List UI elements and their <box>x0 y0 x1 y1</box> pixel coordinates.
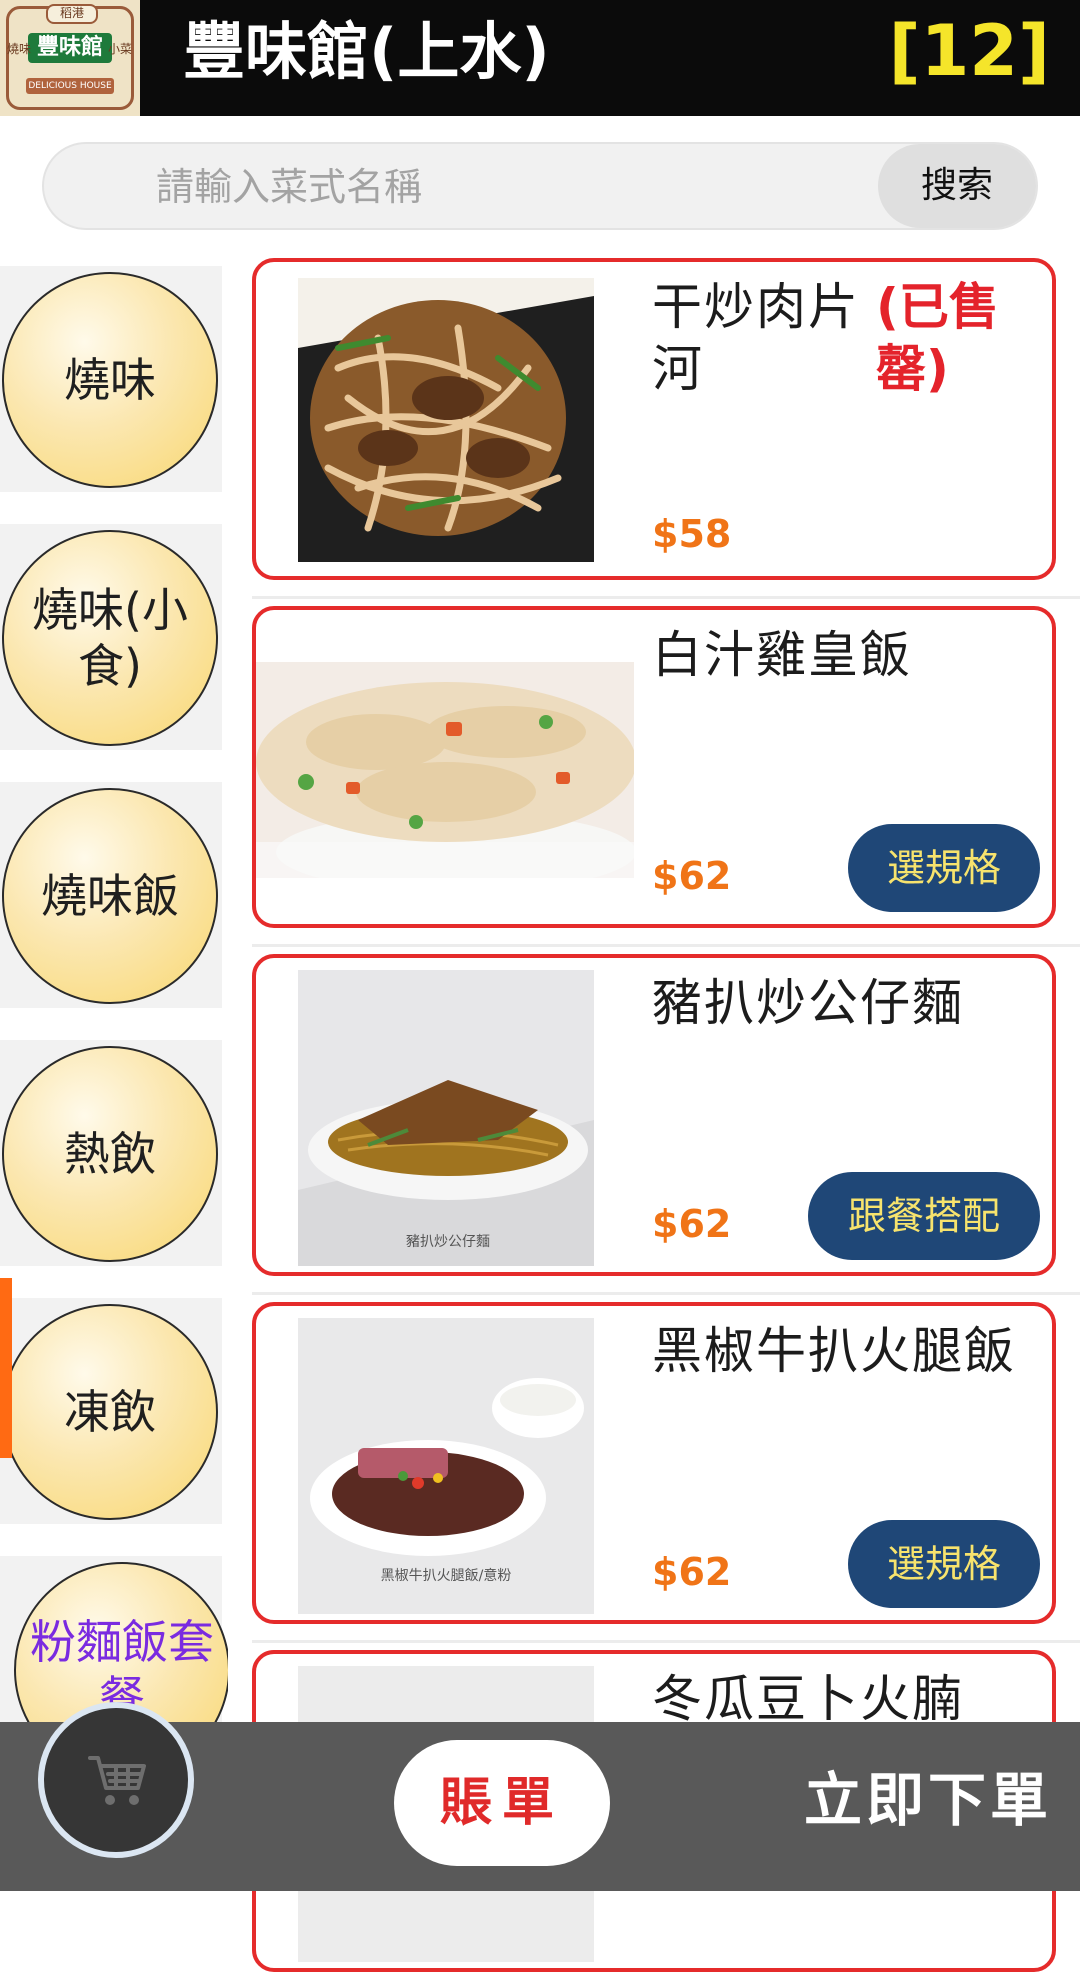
select-spec-button[interactable]: 選規格 <box>848 1520 1040 1608</box>
photo-caption: 黑椒牛扒火腿飯/意粉 <box>381 1567 512 1584</box>
photo-caption: 豬扒炒公仔麵 <box>406 1234 490 1250</box>
app-header: 稻港 豐味館 燒味 小菜 DELICIOUS HOUSE 豐味館(上水) [12… <box>0 0 1080 116</box>
category-bubble: 粉麵飯套餐 <box>14 1562 228 1722</box>
cart-button[interactable] <box>38 1702 194 1858</box>
logo-left-text: 燒味 <box>7 42 32 56</box>
category-item[interactable]: 燒味(小食) <box>0 524 222 750</box>
set-meal-pairing-button[interactable]: 跟餐搭配 <box>808 1172 1040 1260</box>
logo-right-text: 小菜 <box>107 42 132 56</box>
category-label: 凍飲 <box>64 1385 156 1439</box>
category-bubble: 燒味 <box>2 272 218 488</box>
category-item[interactable]: 燒味飯 <box>0 782 222 1008</box>
search-bar: 搜索 <box>42 142 1038 230</box>
search-input[interactable] <box>154 154 898 220</box>
category-sidebar: 燒味 燒味(小食) 燒味飯 熱飲 凍飲 粉麵飯套餐 <box>0 262 228 1722</box>
category-item[interactable]: 熱飲 <box>0 1040 222 1266</box>
dish-card[interactable]: 白汁雞皇飯 $62 選規格 <box>252 606 1056 928</box>
dish-name: 冬瓜豆卜火腩 <box>652 1670 964 1728</box>
dish-name: 黑椒牛扒火腿飯 <box>652 1322 1016 1380</box>
dish-photo: 豬扒炒公仔麵 <box>298 970 594 1266</box>
dish-card[interactable]: 干炒肉片河 (已售罄) $58 <box>252 258 1056 580</box>
category-item[interactable]: 燒味 <box>0 266 222 492</box>
dish-price: $62 <box>652 1550 732 1594</box>
dish-name: 豬扒炒公仔麵 <box>652 974 964 1032</box>
dish-photo <box>298 278 594 562</box>
logo-top-text: 稻港 <box>46 4 98 24</box>
category-bubble: 燒味飯 <box>2 788 218 1004</box>
category-item[interactable]: 凍飲 <box>0 1298 222 1524</box>
category-label: 燒味(小食) <box>32 583 188 693</box>
dish-price: $58 <box>652 512 732 556</box>
table-number: [12] <box>888 10 1050 92</box>
category-label: 燒味飯 <box>41 869 179 923</box>
logo-name: 豐味館 <box>28 33 112 63</box>
place-order-button[interactable]: 立即下單 <box>804 1760 1052 1840</box>
shop-title: 豐味館(上水) <box>183 15 550 88</box>
search-button[interactable]: 搜索 <box>878 144 1036 228</box>
category-label: 燒味 <box>64 353 156 407</box>
shopping-cart-icon <box>88 1756 146 1805</box>
divider <box>252 944 1080 947</box>
dish-name: 干炒肉片河 <box>652 278 860 398</box>
dish-price: $62 <box>652 1202 732 1246</box>
category-item-active[interactable]: 粉麵飯套餐 <box>0 1556 228 1722</box>
category-bubble: 燒味(小食) <box>2 530 218 746</box>
divider <box>252 596 1080 599</box>
dish-name: 白汁雞皇飯 <box>652 626 912 684</box>
bill-button[interactable]: 賬單 <box>394 1740 610 1866</box>
restaurant-logo: 稻港 豐味館 燒味 小菜 DELICIOUS HOUSE <box>0 0 140 116</box>
category-label: 熱飲 <box>64 1127 156 1181</box>
category-bubble: 熱飲 <box>2 1046 218 1262</box>
category-bubble: 凍飲 <box>2 1304 218 1520</box>
dish-card[interactable]: 黑椒牛扒火腿飯/意粉 黑椒牛扒火腿飯 $62 選規格 <box>252 1302 1056 1624</box>
dish-photo: 黑椒牛扒火腿飯/意粉 <box>298 1318 594 1614</box>
dish-price: $62 <box>652 854 732 898</box>
select-spec-button[interactable]: 選規格 <box>848 824 1040 912</box>
divider <box>252 1292 1080 1295</box>
dish-photo <box>256 662 634 878</box>
divider <box>252 1640 1080 1643</box>
active-category-indicator <box>0 1278 12 1458</box>
logo-english-text: DELICIOUS HOUSE <box>26 78 114 94</box>
sold-out-label: (已售罄) <box>876 278 999 398</box>
dish-card[interactable]: 豬扒炒公仔麵 豬扒炒公仔麵 $62 跟餐搭配 <box>252 954 1056 1276</box>
